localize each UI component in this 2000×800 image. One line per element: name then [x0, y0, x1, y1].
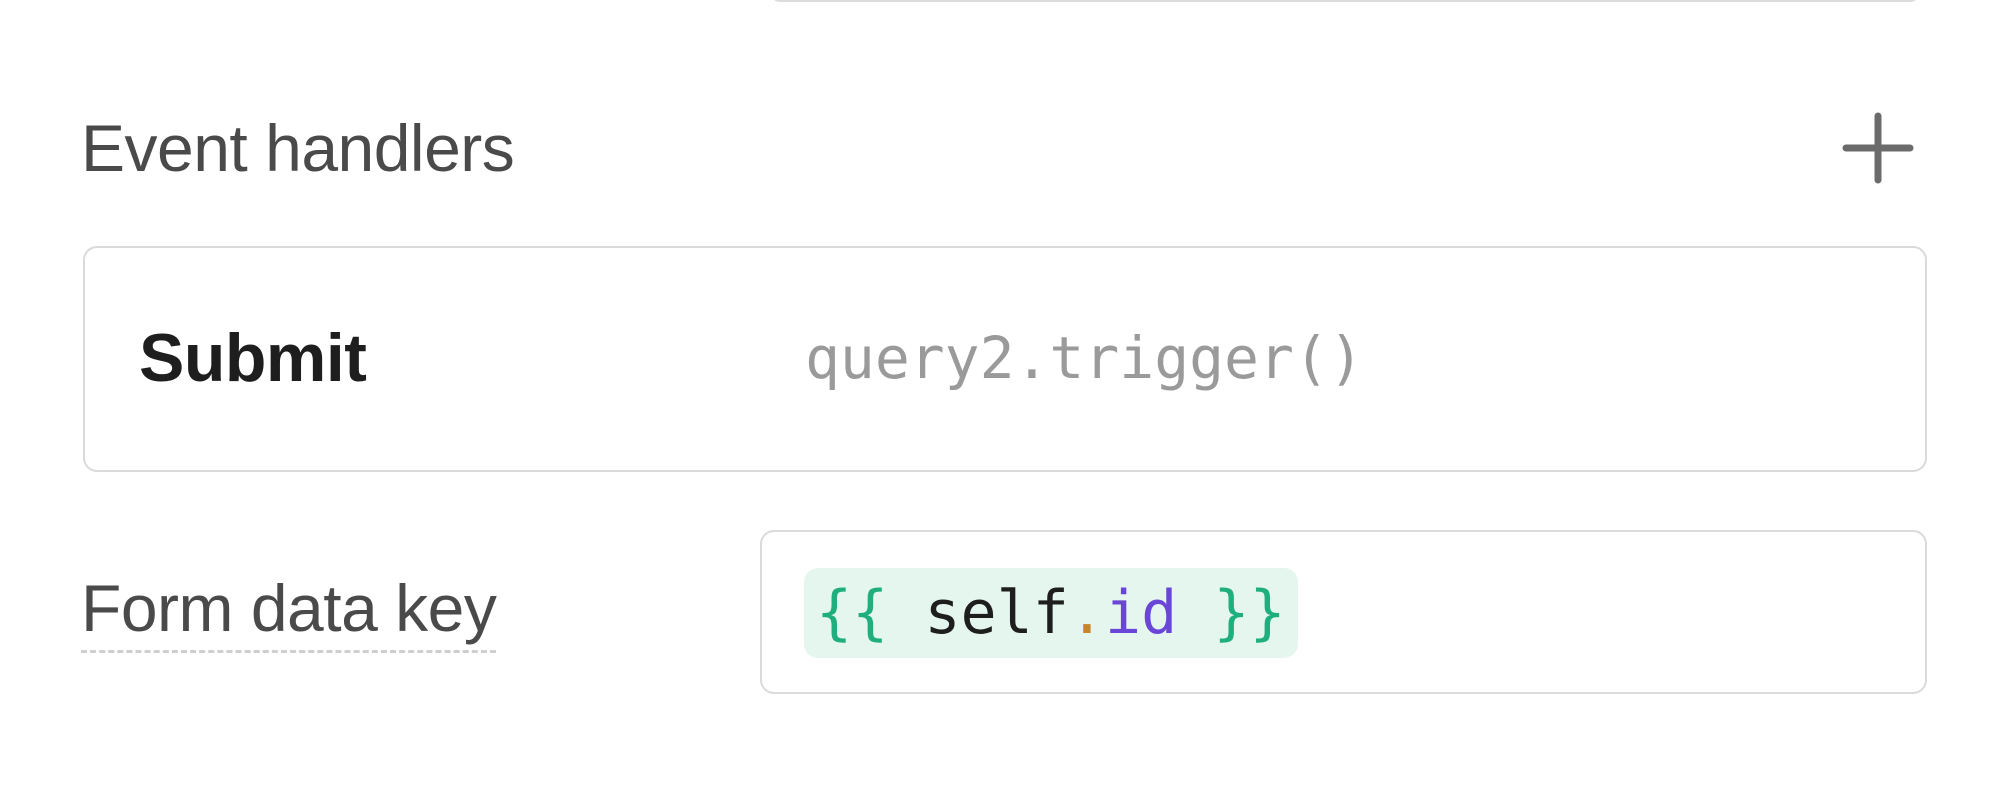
template-identifier: self: [924, 578, 1069, 648]
template-expression: {{ self.id }}: [804, 568, 1298, 658]
template-close-brace: }}: [1213, 578, 1286, 648]
handler-action-code: query2.trigger(): [805, 324, 1364, 392]
form-data-key-input[interactable]: {{ self.id }}: [760, 530, 1927, 694]
plus-icon: [1842, 112, 1914, 184]
template-open-brace: {{: [816, 578, 889, 648]
form-data-key-label: Form data key: [81, 568, 497, 653]
previous-field-input[interactable]: [770, 0, 1920, 2]
event-handler-row[interactable]: Submit query2.trigger(): [83, 246, 1927, 472]
template-property: id: [1105, 578, 1178, 648]
template-dot: .: [1068, 578, 1105, 648]
add-event-handler-button[interactable]: [1836, 106, 1920, 190]
event-handlers-title: Event handlers: [81, 111, 515, 185]
handler-event-name: Submit: [139, 320, 367, 396]
inspector-panel: Event handlers Submit query2.trigger() F…: [0, 0, 2000, 800]
next-section-edge: [81, 790, 381, 800]
